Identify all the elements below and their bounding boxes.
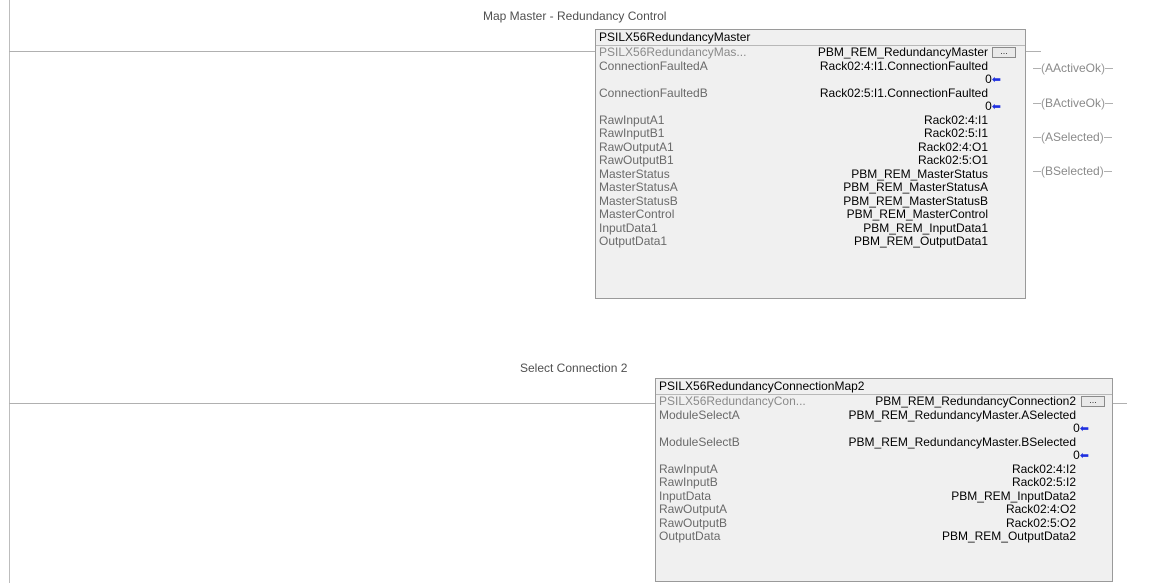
param-row[interactable]: ConnectionFaultedA Rack02:4:I1.Connectio… — [596, 58, 1025, 74]
left-arrow-icon: ⬅ — [991, 74, 1001, 86]
param-value[interactable]: PBM_REM_RedundancyMaster.ASelected — [849, 408, 1076, 423]
param-value[interactable]: Rack02:5:O2 — [1006, 516, 1076, 531]
live-value: 0 — [985, 72, 992, 86]
param-row[interactable]: OutputData PBM_REM_OutputData2 — [656, 529, 1112, 544]
param-value[interactable]: PBM_REM_MasterStatusB — [843, 194, 988, 209]
ellipsis-button[interactable]: ... — [992, 47, 1016, 58]
param-row[interactable]: RawInputB Rack02:5:I2 — [656, 475, 1112, 490]
param-row[interactable]: RawInputA Rack02:4:I2 — [656, 461, 1112, 477]
coil-a-selected[interactable]: (ASelected) — [1033, 130, 1112, 144]
coil-tag[interactable]: ASelected — [1045, 130, 1100, 144]
param-row[interactable]: InputData1 PBM_REM_InputData1 — [596, 220, 1025, 236]
param-value[interactable]: Rack02:4:I2 — [1012, 462, 1076, 477]
param-row[interactable]: OutputData1 PBM_REM_OutputData1 — [596, 234, 1025, 249]
param-name: ConnectionFaultedA — [599, 58, 708, 73]
instance-tag-value[interactable]: PBM_REM_RedundancyConnection2 — [875, 394, 1076, 409]
rung-1-comment: Map Master - Redundancy Control — [483, 9, 667, 23]
param-name: RawOutputA1 — [599, 139, 674, 154]
instance-param-name: PSILX56RedundancyCon... — [659, 394, 806, 408]
param-value[interactable]: PBM_REM_MasterStatus — [851, 167, 988, 182]
param-value[interactable]: Rack02:5:O1 — [918, 153, 988, 168]
param-row[interactable]: MasterStatusA PBM_REM_MasterStatusA — [596, 180, 1025, 195]
param-value[interactable]: Rack02:5:I1.ConnectionFaulted — [820, 86, 988, 101]
param-value[interactable]: Rack02:5:I1 — [924, 126, 988, 141]
param-value[interactable]: Rack02:4:I1.ConnectionFaulted — [820, 59, 988, 74]
param-row[interactable]: MasterControl PBM_REM_MasterControl — [596, 207, 1025, 222]
rung-2-wire-left — [9, 403, 655, 404]
param-live-value-row: 0⬅ — [596, 99, 1025, 114]
param-live-value-row: 0⬅ — [656, 421, 1112, 436]
left-arrow-icon: ⬅ — [991, 101, 1001, 113]
aoi-title: PSILX56RedundancyConnectionMap2 — [656, 379, 1112, 395]
coil-a-active-ok[interactable]: (AActiveOk) — [1033, 61, 1114, 75]
param-row[interactable]: ModuleSelectB PBM_REM_RedundancyMaster.B… — [656, 434, 1112, 450]
param-live-value-row: 0⬅ — [656, 448, 1112, 463]
param-row[interactable]: RawOutputA1 Rack02:4:O1 — [596, 139, 1025, 155]
param-live-value-row: 0⬅ — [596, 72, 1025, 87]
param-name: ModuleSelectA — [659, 407, 740, 422]
param-row[interactable]: MasterStatus PBM_REM_MasterStatus — [596, 166, 1025, 182]
param-row[interactable]: MasterStatusB PBM_REM_MasterStatusB — [596, 193, 1025, 209]
live-value: 0 — [1073, 421, 1080, 435]
param-value[interactable]: Rack02:5:I2 — [1012, 475, 1076, 490]
param-row[interactable]: RawInputB1 Rack02:5:I1 — [596, 126, 1025, 141]
param-name: MasterControl — [599, 207, 675, 221]
param-row[interactable]: RawInputA1 Rack02:4:I1 — [596, 112, 1025, 128]
param-value[interactable]: PBM_REM_OutputData2 — [942, 529, 1076, 544]
param-value[interactable]: PBM_REM_OutputData1 — [854, 234, 988, 249]
rung-1-wire-left — [9, 51, 595, 52]
coil-tag[interactable]: AActiveOk — [1045, 61, 1101, 75]
param-name: InputData1 — [599, 220, 658, 235]
param-name: RawOutputB — [659, 515, 728, 530]
param-name: RawOutputA — [659, 502, 728, 516]
coil-tag[interactable]: BActiveOk — [1045, 96, 1101, 110]
aoi-instance-row[interactable]: PSILX56RedundancyCon... PBM_REM_Redundan… — [656, 394, 1112, 409]
param-name: RawInputB — [659, 475, 718, 489]
param-value[interactable]: PBM_REM_InputData2 — [951, 489, 1076, 504]
param-name: ModuleSelectB — [659, 434, 740, 449]
param-name: ConnectionFaultedB — [599, 85, 708, 100]
coil-tag[interactable]: BSelected — [1045, 164, 1100, 178]
param-row[interactable]: RawOutputA Rack02:4:O2 — [656, 502, 1112, 517]
aoi-redundancy-connection-map-block[interactable]: PSILX56RedundancyConnectionMap2 PSILX56R… — [655, 378, 1113, 582]
aoi-redundancy-master-block[interactable]: PSILX56RedundancyMaster PSILX56Redundanc… — [595, 29, 1026, 299]
rung-2-wire-right — [1112, 403, 1127, 404]
rung-1-wire-right — [1025, 51, 1041, 52]
param-row[interactable]: RawOutputB Rack02:5:O2 — [656, 515, 1112, 531]
aoi-instance-row[interactable]: PSILX56RedundancyMas... PBM_REM_Redundan… — [596, 45, 1025, 60]
param-name: MasterStatus — [599, 166, 670, 181]
instance-param-name: PSILX56RedundancyMas... — [599, 45, 747, 59]
param-row[interactable]: InputData PBM_REM_InputData2 — [656, 488, 1112, 504]
rung-2-comment: Select Connection 2 — [520, 361, 628, 375]
param-name: OutputData1 — [599, 234, 668, 248]
coil-b-active-ok[interactable]: (BActiveOk) — [1033, 96, 1114, 110]
left-arrow-icon: ⬅ — [1079, 423, 1089, 435]
coil-b-selected[interactable]: (BSelected) — [1033, 164, 1112, 178]
param-name: InputData — [659, 488, 712, 503]
ellipsis-button[interactable]: ... — [1081, 396, 1105, 407]
param-row[interactable]: ConnectionFaultedB Rack02:5:I1.Connectio… — [596, 85, 1025, 101]
instance-tag-value[interactable]: PBM_REM_RedundancyMaster — [818, 45, 988, 60]
param-name: MasterStatusA — [599, 180, 678, 194]
param-row[interactable]: ModuleSelectA PBM_REM_RedundancyMaster.A… — [656, 407, 1112, 423]
param-name: RawInputA1 — [599, 112, 665, 127]
param-value[interactable]: PBM_REM_MasterControl — [847, 207, 988, 222]
param-value[interactable]: PBM_REM_MasterStatusA — [843, 180, 988, 195]
param-name: OutputData — [659, 529, 721, 543]
param-value[interactable]: Rack02:4:O2 — [1006, 502, 1076, 517]
aoi-title: PSILX56RedundancyMaster — [596, 30, 1025, 46]
param-name: MasterStatusB — [599, 193, 678, 208]
param-value[interactable]: PBM_REM_InputData1 — [863, 221, 988, 236]
param-value[interactable]: Rack02:4:I1 — [924, 113, 988, 128]
left-power-rail — [9, 0, 10, 583]
live-value: 0 — [1073, 448, 1080, 462]
left-arrow-icon: ⬅ — [1079, 450, 1089, 462]
param-row[interactable]: RawOutputB1 Rack02:5:O1 — [596, 153, 1025, 168]
live-value: 0 — [985, 99, 992, 113]
param-name: RawOutputB1 — [599, 153, 674, 167]
param-value[interactable]: Rack02:4:O1 — [918, 140, 988, 155]
param-name: RawInputB1 — [599, 126, 665, 140]
param-name: RawInputA — [659, 461, 718, 476]
param-value[interactable]: PBM_REM_RedundancyMaster.BSelected — [849, 435, 1076, 450]
